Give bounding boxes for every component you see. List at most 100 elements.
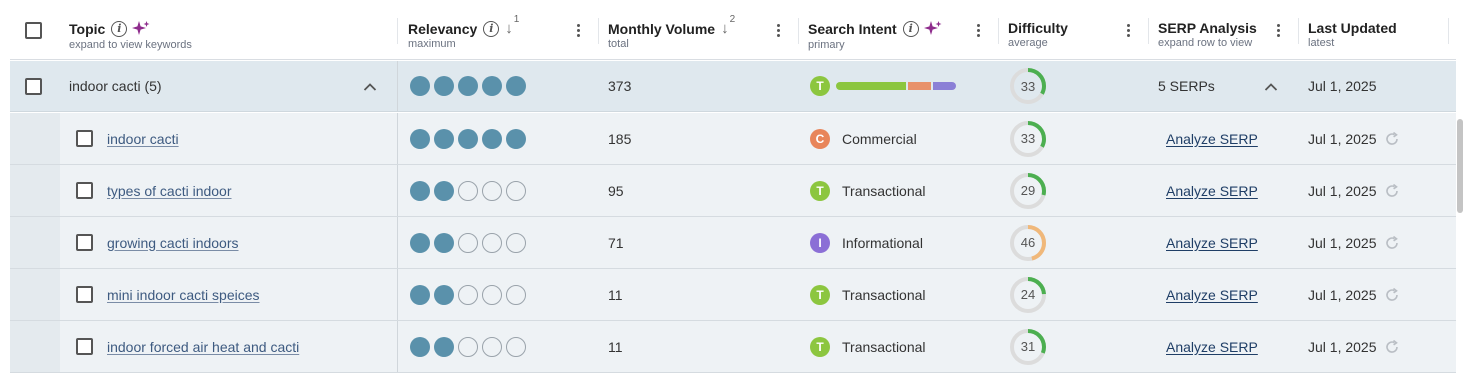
col-topic[interactable]: Topic i expand to view keywords [69,0,192,60]
keyword-row[interactable]: indoor forced air heat and cacti 11 T Tr… [10,321,1456,373]
row-checkbox[interactable] [76,338,93,355]
kebab-icon[interactable] [1276,24,1280,38]
col-serp-analysis[interactable]: SERP Analysis expand row to view [1158,0,1257,60]
row-checkbox[interactable] [76,130,93,147]
difficulty-gauge: 33 [1008,119,1048,159]
column-divider [397,113,398,164]
intent-cell: C Commercial [810,113,917,164]
refresh-icon[interactable] [1384,131,1400,147]
column-divider [397,61,398,111]
col-difficulty[interactable]: Difficulty average [1008,0,1068,60]
kebab-icon[interactable] [976,24,980,38]
relevancy-dot-empty [506,180,526,201]
sort-down-icon[interactable]: ↓ 2 [721,14,735,37]
col-relevancy[interactable]: Relevancy i ↓ 1 maximum [408,0,519,60]
row-checkbox[interactable] [25,78,42,95]
intent-badge: C [810,128,830,149]
sparkle-icon [923,21,942,35]
relevancy-dot-filled [410,336,430,357]
analyze-serp-link[interactable]: Analyze SERP [1166,339,1258,355]
analyze-serp-link[interactable]: Analyze SERP [1166,235,1258,251]
column-divider [1448,18,1449,44]
chevron-up-icon[interactable] [1264,82,1278,92]
intent-distribution-bar [836,82,956,90]
keyword-link[interactable]: indoor cacti [107,131,179,147]
row-checkbox[interactable] [76,182,93,199]
column-divider [397,165,398,216]
chevron-up-icon[interactable] [363,82,377,92]
col-relevancy-label: Relevancy [408,20,478,37]
row-checkbox[interactable] [76,286,93,303]
kebab-icon[interactable] [1126,24,1130,38]
relevancy-dot-filled [410,76,430,96]
relevancy-dot-empty [482,336,502,357]
col-updated-sub: latest [1308,37,1335,49]
relevancy-dots [410,217,526,268]
analyze-serp-link[interactable]: Analyze SERP [1166,287,1258,303]
relevancy-dot-filled [434,284,454,305]
last-updated: Jul 1, 2025 [1308,286,1377,303]
keyword-row[interactable]: indoor cacti 185 C Commercial 33 Analyze… [10,113,1456,165]
relevancy-dot-empty [482,232,502,253]
difficulty-gauge: 33 [1008,66,1048,106]
refresh-icon[interactable] [1384,183,1400,199]
info-icon[interactable]: i [902,21,919,37]
col-volume-sub: total [608,38,629,50]
monthly-volume: 95 [608,182,624,199]
difficulty-gauge-cell: 33 [1008,61,1048,111]
keyword-link[interactable]: mini indoor cacti speices [107,287,260,303]
refresh-icon[interactable] [1384,339,1400,355]
col-intent-label: Search Intent [808,21,897,37]
kebab-icon[interactable] [776,24,780,38]
refresh-icon[interactable] [1384,235,1400,251]
col-search-intent[interactable]: Search Intent i primary [808,0,943,60]
intent-segment [836,82,906,90]
relevancy-dot-filled [434,76,454,96]
analyze-serp-link[interactable]: Analyze SERP [1166,131,1258,147]
difficulty-gauge: 24 [1008,275,1048,315]
sort-down-icon[interactable]: ↓ 1 [505,14,519,37]
scrollbar-thumb[interactable] [1457,119,1463,213]
intent-badge: T [810,76,830,96]
relevancy-dot-empty [458,284,478,305]
difficulty-value: 33 [1020,131,1036,146]
intent-cell: T [810,61,956,111]
relevancy-dot-filled [458,128,478,149]
relevancy-dot-filled [434,232,454,253]
difficulty-gauge: 29 [1008,171,1048,211]
table-header: Topic i expand to view keywords Relevanc… [10,0,1456,60]
keyword-row[interactable]: growing cacti indoors 71 I Informational… [10,217,1456,269]
col-topic-sub: expand to view keywords [69,39,192,51]
sparkle-icon [132,21,150,35]
monthly-volume: 373 [608,78,632,94]
row-indent [10,165,60,216]
refresh-icon[interactable] [1384,287,1400,303]
relevancy-dot-filled [434,128,454,149]
relevancy-dot-empty [458,180,478,201]
keyword-link[interactable]: growing cacti indoors [107,235,239,251]
col-volume-label: Monthly Volume [608,20,716,37]
keyword-row[interactable]: types of cacti indoor 95 T Transactional… [10,165,1456,217]
keyword-row[interactable]: mini indoor cacti speices 11 T Transacti… [10,269,1456,321]
keyword-link[interactable]: indoor forced air heat and cacti [107,339,299,355]
difficulty-gauge-cell: 31 [1008,321,1048,372]
last-updated: Jul 1, 2025 [1308,338,1377,355]
col-last-updated[interactable]: Last Updated latest [1308,0,1397,60]
col-topic-label: Topic [69,21,106,37]
col-monthly-volume[interactable]: Monthly Volume ↓ 2 total [608,0,735,60]
relevancy-dot-empty [506,232,526,253]
row-checkbox[interactable] [76,234,93,251]
relevancy-dot-filled [434,180,454,201]
relevancy-dot-empty [506,284,526,305]
kebab-icon[interactable] [576,24,580,38]
info-icon[interactable]: i [483,20,500,37]
intent-cell: I Informational [810,217,923,268]
row-indent [10,321,60,372]
analyze-serp-link[interactable]: Analyze SERP [1166,183,1258,199]
info-icon[interactable]: i [111,21,128,37]
select-all-checkbox[interactable] [25,22,42,39]
topic-group-row[interactable]: indoor cacti (5) 373 T 33 5 SERPs Jul 1,… [10,61,1456,112]
relevancy-dot-empty [482,284,502,305]
relevancy-dot-filled [410,180,430,201]
keyword-link[interactable]: types of cacti indoor [107,183,232,199]
